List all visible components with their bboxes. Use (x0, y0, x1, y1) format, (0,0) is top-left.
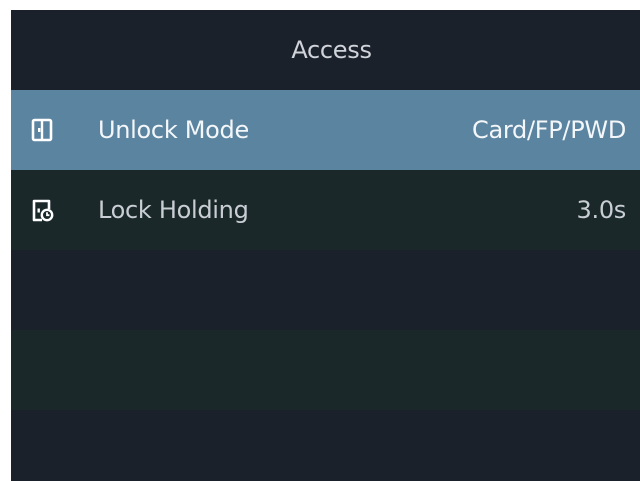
access-screen: Access Unlock Mode Card/FP/PWD Lock Hold… (11, 10, 640, 481)
menu-item-label: Unlock Mode (98, 116, 249, 144)
menu-item-value: Card/FP/PWD (472, 116, 626, 144)
menu-item-unlock-mode[interactable]: Unlock Mode Card/FP/PWD (11, 90, 640, 170)
door-timer-icon (30, 198, 54, 222)
menu-item-lock-holding[interactable]: Lock Holding 3.0s (11, 170, 640, 250)
empty-row (11, 330, 640, 410)
empty-row (11, 250, 640, 330)
header-bar: Access (11, 10, 640, 90)
menu-item-value: 3.0s (576, 196, 627, 224)
door-icon (30, 118, 54, 142)
menu-item-label: Lock Holding (98, 196, 249, 224)
page-title: Access (291, 36, 372, 64)
empty-row (11, 410, 640, 481)
